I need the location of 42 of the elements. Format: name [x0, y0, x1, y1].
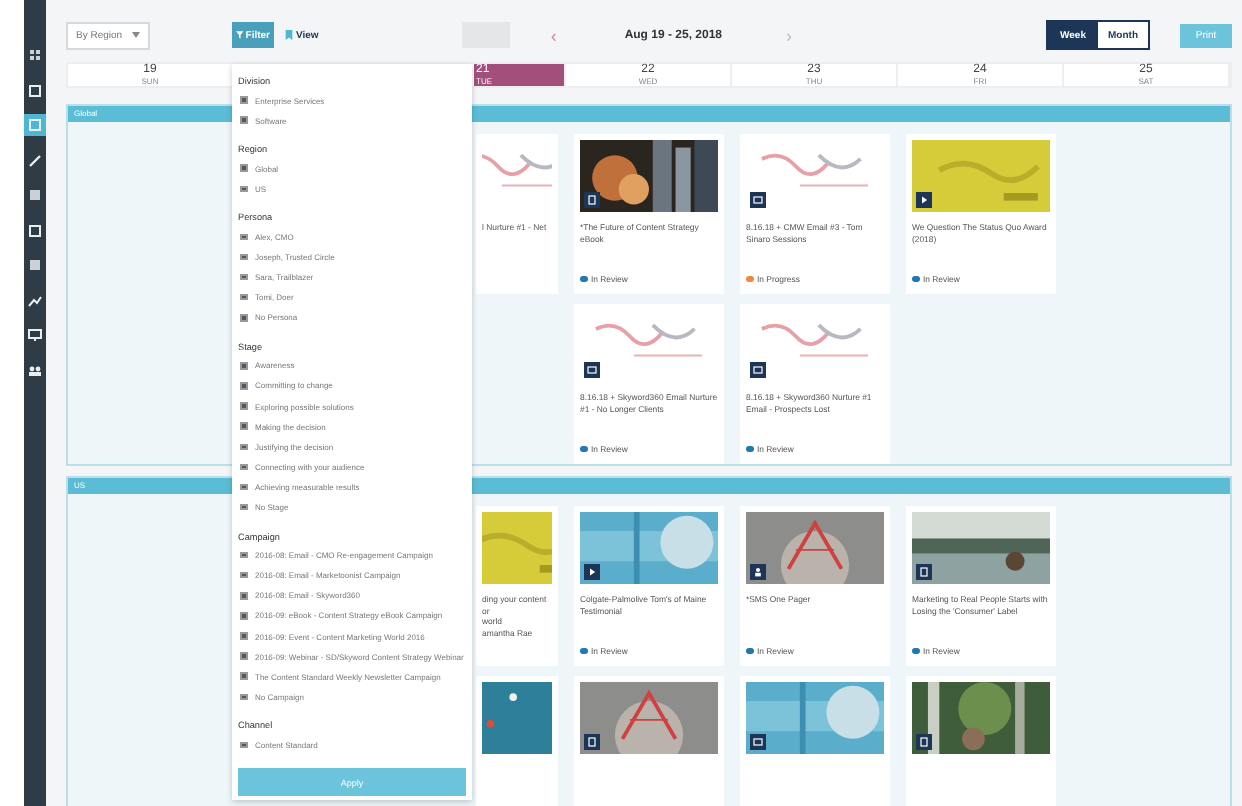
- checkbox[interactable]: [240, 362, 247, 370]
- checkbox[interactable]: [240, 693, 247, 701]
- checkbox[interactable]: [240, 652, 247, 660]
- content-card[interactable]: [740, 676, 890, 806]
- checkbox[interactable]: [240, 273, 247, 281]
- envelope-icon: [750, 734, 766, 750]
- checkbox[interactable]: [240, 164, 247, 172]
- grid-icon[interactable]: [24, 44, 46, 66]
- checkbox[interactable]: [240, 253, 247, 261]
- checkbox[interactable]: [240, 503, 247, 511]
- checkbox[interactable]: [240, 96, 247, 104]
- checkbox[interactable]: [240, 116, 247, 124]
- content-card[interactable]: [574, 676, 724, 806]
- envelope-icon: [750, 362, 766, 378]
- content-card[interactable]: [906, 676, 1056, 806]
- pen-icon[interactable]: [24, 149, 46, 171]
- checkbox[interactable]: [240, 551, 247, 559]
- checkbox[interactable]: [240, 185, 247, 193]
- play-icon: [584, 564, 600, 580]
- checkbox[interactable]: [240, 293, 247, 301]
- checkbox[interactable]: [240, 382, 247, 390]
- checkbox[interactable]: [240, 571, 247, 579]
- bookmark-icon: [284, 30, 294, 40]
- person-icon: [750, 564, 766, 580]
- checkbox[interactable]: [240, 483, 247, 491]
- checkbox[interactable]: [240, 443, 247, 451]
- checkbox[interactable]: [240, 463, 247, 471]
- checkbox[interactable]: [240, 233, 247, 241]
- checkbox[interactable]: [240, 632, 247, 640]
- checkbox[interactable]: [240, 402, 247, 410]
- checkbox[interactable]: [240, 612, 247, 620]
- checkbox[interactable]: [240, 592, 247, 600]
- envelope-icon: [750, 192, 766, 208]
- funnel-icon: [236, 30, 244, 40]
- play-icon: [916, 192, 932, 208]
- checkbox[interactable]: [240, 422, 247, 430]
- envelope-icon: [584, 362, 600, 378]
- caret-icon: [132, 32, 140, 38]
- checkbox[interactable]: [240, 672, 247, 680]
- checkbox[interactable]: [240, 741, 247, 749]
- checkbox[interactable]: [240, 314, 247, 322]
- content-card[interactable]: [476, 676, 558, 806]
